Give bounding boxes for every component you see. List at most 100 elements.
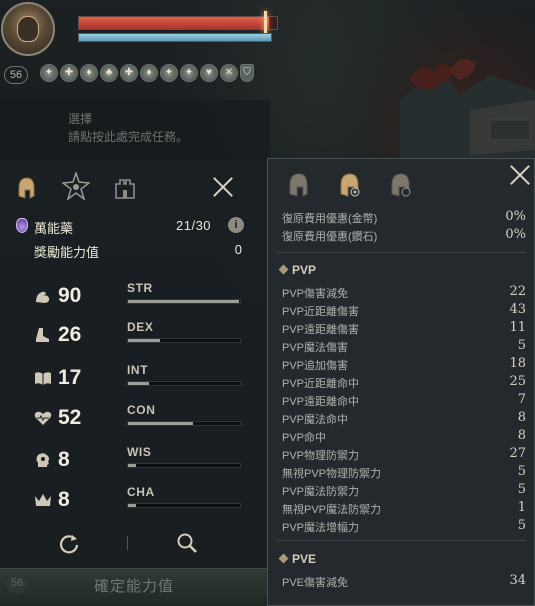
action-divider <box>127 536 128 550</box>
buff-icon[interactable]: ✦ <box>40 64 58 82</box>
stat-name: DEX <box>127 320 154 334</box>
helmet-portrait-icon <box>17 16 39 42</box>
stat-value: 17 <box>58 366 82 389</box>
stat-line-label: 無視PVP物理防禦力 <box>282 468 382 480</box>
charisma-crown-icon <box>35 494 51 506</box>
buff-icon[interactable]: ✚ <box>60 64 78 82</box>
stat-line-value: 5 <box>517 464 526 479</box>
stat-line-label: PVP遠距離命中 <box>282 396 360 408</box>
confirm-stats-button[interactable]: 確定能力值 <box>0 568 268 606</box>
detail-tab-helmet-plus-icon[interactable] <box>337 172 361 198</box>
constitution-heart-icon <box>34 411 52 425</box>
pvp-stat-line: PVP魔法增幅力 5 <box>282 518 526 534</box>
stat-row-str[interactable]: 90 STR <box>34 281 246 309</box>
stat-bar <box>127 299 241 304</box>
elixir-info-icon[interactable]: i <box>228 217 244 233</box>
stat-line-label: PVP魔法命中 <box>282 414 349 426</box>
pvp-stat-line: PVP傷害減免 22 <box>282 284 526 300</box>
detail-tab-helmet-icon[interactable] <box>286 172 310 198</box>
stat-line-gold-discount: 復原費用優惠(金幣) 0% <box>282 209 526 225</box>
pve-section-title: PVE <box>278 552 316 566</box>
pvp-stat-line: PVP近距離命中 25 <box>282 374 526 390</box>
stat-line-value: 7 <box>517 392 526 407</box>
stat-line-label: PVP魔法增幅力 <box>282 522 360 534</box>
mp-bar <box>78 33 272 42</box>
stat-value: 52 <box>58 406 82 429</box>
bottom-level-badge: 56 <box>6 572 28 594</box>
stat-line-label: PVP命中 <box>282 432 327 444</box>
stat-line-value: 5 <box>517 338 526 353</box>
stat-line-value: 22 <box>509 284 526 299</box>
pvp-stat-line: 無視PVP物理防禦力 5 <box>282 464 526 480</box>
stat-line-label: PVP物理防禦力 <box>282 450 360 462</box>
diamond-bullet-icon <box>278 553 289 564</box>
tab-star-emblem-icon[interactable] <box>62 172 90 200</box>
pvp-stat-line: PVP遠距離命中 7 <box>282 392 526 408</box>
buff-icon[interactable]: ✦ <box>180 64 198 82</box>
elixir-row: 萬能藥 21/30 i <box>16 216 246 236</box>
stat-bar <box>127 381 241 386</box>
stat-row-int[interactable]: 17 INT <box>34 363 246 391</box>
strength-arm-icon <box>36 291 50 303</box>
pvp-stat-line: PVP遠距離傷害 11 <box>282 320 526 336</box>
stat-value: 8 <box>58 448 70 471</box>
stat-line-label: PVE傷害減免 <box>282 577 349 589</box>
close-attribute-panel-icon[interactable] <box>212 176 234 198</box>
stat-line-label: PVP魔法傷害 <box>282 342 349 354</box>
stat-bar-fill <box>128 300 239 303</box>
diamond-bullet-icon <box>278 264 289 275</box>
reset-stats-icon[interactable] <box>58 532 80 554</box>
pvp-stat-line: PVP命中 8 <box>282 428 526 444</box>
buff-icon[interactable]: ♣ <box>100 64 118 82</box>
buff-icon[interactable]: ♦ <box>80 64 98 82</box>
search-icon[interactable] <box>176 532 198 554</box>
buff-row: ✦ ✚ ♦ ♣ ✚ ♦ ✦ ✦ ♥ ✕ ⛉ <box>40 64 254 84</box>
detail-tab-helmet-shield-icon[interactable] <box>388 172 412 198</box>
stat-name: CON <box>127 403 156 417</box>
hp-bar-glow <box>264 11 267 35</box>
elixir-label: 萬能藥 <box>34 221 74 236</box>
mp-bar-fill <box>79 34 271 41</box>
close-detail-panel-icon[interactable] <box>509 164 531 186</box>
buff-icon[interactable]: ✚ <box>120 64 138 82</box>
stat-row-wis[interactable]: 8 WIS <box>34 445 246 473</box>
buff-icon[interactable]: ♦ <box>140 64 158 82</box>
stat-bar-fill <box>128 464 136 467</box>
buff-icon[interactable]: ✦ <box>160 64 178 82</box>
stat-line-label: PVP近距離傷害 <box>282 306 360 318</box>
stat-line-label: 復原費用優惠(金幣) <box>282 213 378 225</box>
stat-line-value: 11 <box>509 320 526 335</box>
level-badge: 56 <box>4 66 28 84</box>
tab-fortress-icon[interactable] <box>114 176 136 200</box>
stat-bar <box>127 421 241 426</box>
stat-line-label: PVP傷害減免 <box>282 288 349 300</box>
stat-value: 8 <box>58 488 70 511</box>
stat-row-con[interactable]: 52 CON <box>34 403 246 431</box>
stat-row-dex[interactable]: 26 DEX <box>34 320 246 348</box>
stat-bar <box>127 338 241 343</box>
tab-knight-helmet-icon[interactable] <box>15 176 37 200</box>
stat-row-cha[interactable]: 8 CHA <box>34 485 246 513</box>
buff-icon[interactable]: ✕ <box>220 64 238 82</box>
elixir-potion-icon <box>16 218 28 233</box>
stat-name: STR <box>127 281 153 295</box>
stat-line-value: 8 <box>517 410 526 425</box>
pvp-stat-line: PVP魔法傷害 5 <box>282 338 526 354</box>
section-divider <box>276 252 526 253</box>
stat-line-label: PVP遠距離傷害 <box>282 324 360 336</box>
hp-bar-fill <box>79 17 270 29</box>
buff-icon[interactable]: ⛉ <box>240 64 254 82</box>
stat-line-value: 8 <box>517 428 526 443</box>
quest-title: 選擇 <box>68 112 93 126</box>
stat-line-label: PVP近距離命中 <box>282 378 360 390</box>
pvp-title-text: PVP <box>292 263 317 277</box>
stat-line-value: 5 <box>517 518 526 533</box>
wisdom-head-icon <box>36 453 49 467</box>
pvp-stat-line: 無視PVP魔法防禦力 1 <box>282 500 526 516</box>
character-avatar[interactable] <box>1 2 55 56</box>
pvp-stat-line: PVP追加傷害 18 <box>282 356 526 372</box>
pvp-section-title: PVP <box>278 263 317 277</box>
buff-icon[interactable]: ♥ <box>200 64 218 82</box>
quest-hint: 請點按此處完成任務。 <box>68 130 189 144</box>
pvp-stat-line: PVP近距離傷害 43 <box>282 302 526 318</box>
